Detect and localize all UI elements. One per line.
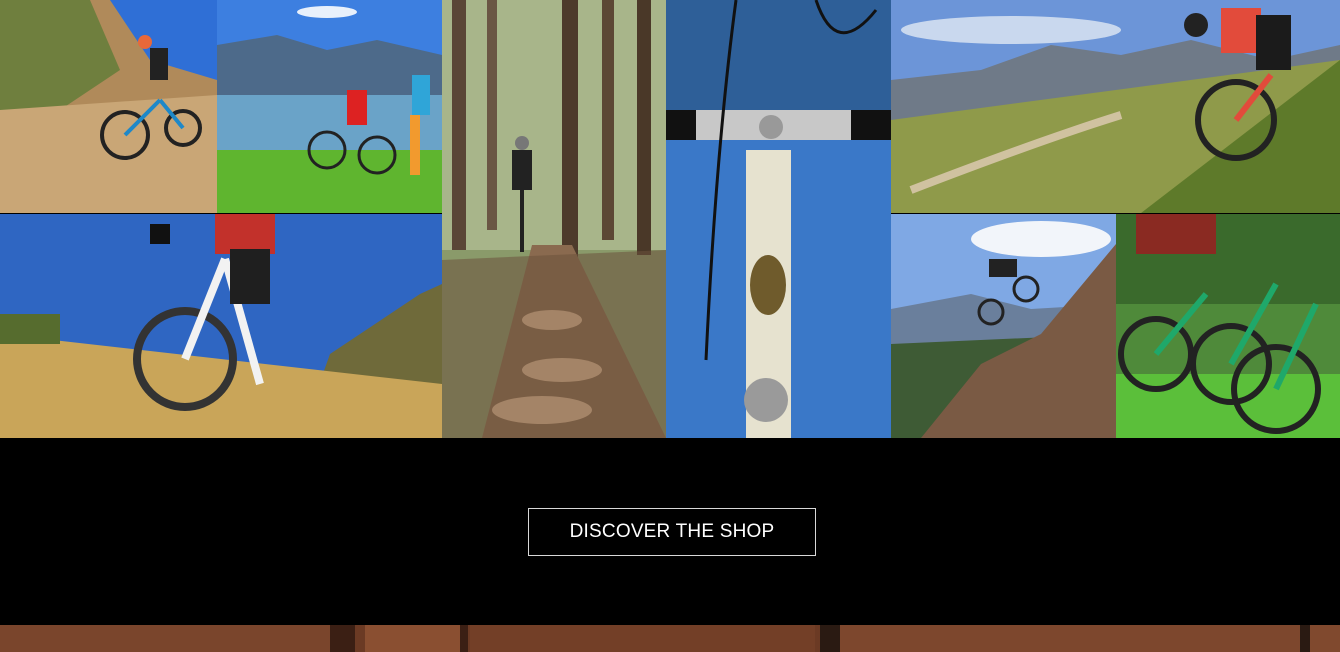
photo-lake-cyclists[interactable] bbox=[217, 0, 442, 213]
photo-forest-trail[interactable] bbox=[442, 0, 666, 438]
wood-texture-strip bbox=[0, 625, 1340, 652]
photo-bike-headset[interactable] bbox=[666, 0, 891, 438]
photo-green-cruisers[interactable] bbox=[1116, 214, 1340, 438]
photo-downhill-rider[interactable] bbox=[891, 0, 1340, 213]
cta-section: DISCOVER THE SHOP bbox=[0, 438, 1340, 625]
discover-shop-button[interactable]: DISCOVER THE SHOP bbox=[528, 508, 816, 556]
photo-jump-rider[interactable] bbox=[891, 214, 1116, 438]
photo-gallery bbox=[0, 0, 1340, 438]
photo-hillside-rider[interactable] bbox=[0, 0, 217, 213]
photo-sunny-trail-rider[interactable] bbox=[0, 214, 442, 438]
